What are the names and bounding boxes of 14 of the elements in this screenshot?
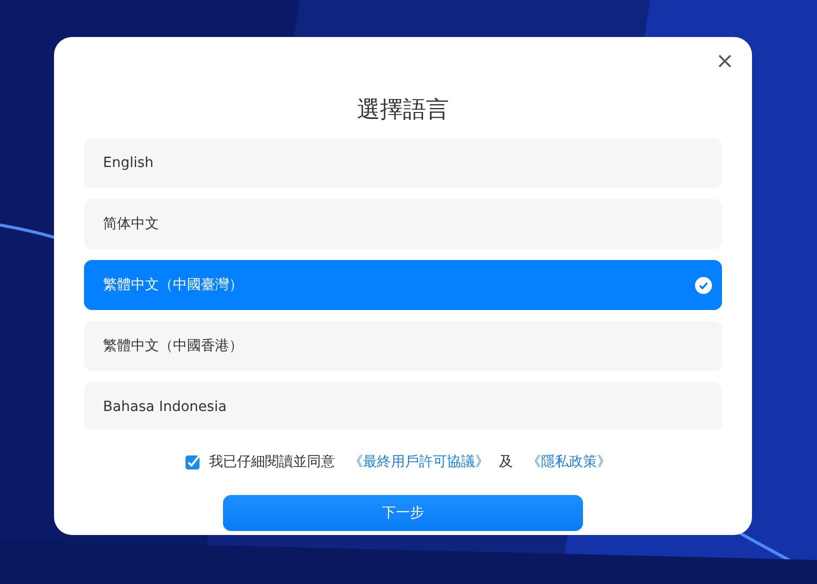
check-icon [695,276,712,294]
language-option[interactable]: 繁體中文（中國香港） [84,321,722,371]
conjunction-text: 及 [499,453,513,471]
agreement-checkbox[interactable] [185,454,201,470]
next-button[interactable]: 下一步 [223,495,583,531]
language-option[interactable]: 简体中文 [84,199,722,249]
dialog-title: 選擇語言 [357,96,449,125]
language-option[interactable]: English [84,138,722,188]
language-option[interactable]: 繁體中文（中國臺灣） [84,260,722,310]
close-button[interactable]: × [714,51,736,73]
language-option[interactable]: Bahasa Indonesia [84,382,722,429]
agreement-text: 我已仔細閱讀並同意 [209,453,335,471]
eula-link[interactable]: 《最終用戶許可協議》 [349,453,489,471]
privacy-link[interactable]: 《隱私政策》 [527,453,611,471]
